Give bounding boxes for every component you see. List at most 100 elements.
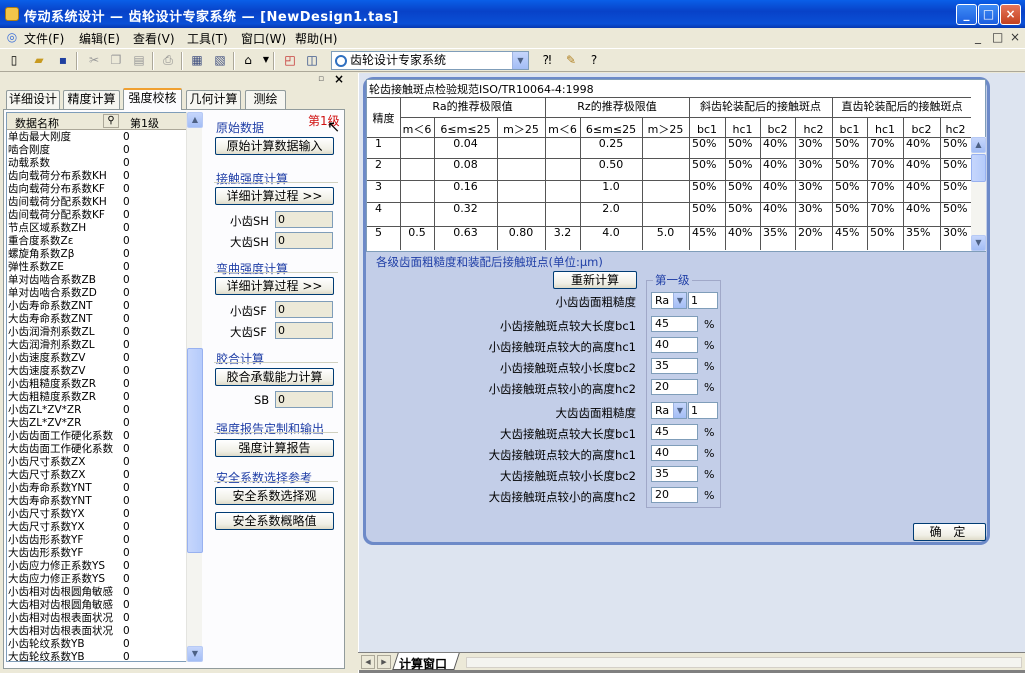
grid-row-value[interactable]: 0 <box>123 157 130 170</box>
grid-row[interactable]: 大齿寿命系数ZNT 0 <box>7 313 187 326</box>
panel-close-icon[interactable]: × <box>334 72 344 86</box>
tab-detail-design[interactable]: 详细设计 <box>6 90 60 109</box>
mdi-restore-button[interactable]: □ <box>992 30 1003 44</box>
menu-tools[interactable]: 工具(T) <box>187 30 228 47</box>
grid-row-value[interactable]: 0 <box>123 404 130 417</box>
grid-row-value[interactable]: 0 <box>123 612 130 625</box>
table-scrollbar[interactable]: ▲ ▼ <box>971 137 986 251</box>
grid-row-value[interactable]: 0 <box>123 339 130 352</box>
about-icon[interactable]: ? <box>586 52 602 68</box>
open-icon[interactable]: ▰ <box>31 52 47 68</box>
grid-row-value[interactable]: 0 <box>123 144 130 157</box>
contact-detail-button[interactable]: 详细计算过程 >> <box>215 187 334 205</box>
scroll-down-icon[interactable]: ▼ <box>971 235 986 251</box>
page-setup-icon[interactable]: ▧ <box>212 52 228 68</box>
grid-row[interactable]: 节点区域系数ZH 0 <box>7 222 187 235</box>
print-icon[interactable]: ⎙ <box>160 52 176 68</box>
grid-row[interactable]: 动载系数 0 <box>7 157 187 170</box>
window-new-icon[interactable]: ◰ <box>282 52 298 68</box>
data-grid[interactable]: 数据名称 ⚲ 第1级 单齿最大刚度 0 啮合刚度 0 动载系数 0 齿向载荷分布系数KH 0 齿… <box>6 112 202 662</box>
grid-row-value[interactable]: 0 <box>123 378 130 391</box>
grid-row[interactable]: 单对齿啮合系数ZD 0 <box>7 287 187 300</box>
grid-row-value[interactable]: 0 <box>123 352 130 365</box>
grid-row[interactable]: 小齿寿命系数ZNT 0 <box>7 300 187 313</box>
grid-row[interactable]: 大齿尺寸系数ZX 0 <box>7 469 187 482</box>
tab-survey[interactable]: 测绘 <box>245 90 286 109</box>
grid-row[interactable]: 小齿粗糙度系数ZR 0 <box>7 378 187 391</box>
grid-row[interactable]: 大齿速度系数ZV 0 <box>7 365 187 378</box>
grid-row[interactable]: 啮合刚度 0 <box>7 144 187 157</box>
grid-row[interactable]: 大齿润滑剂系数ZL 0 <box>7 339 187 352</box>
safety-selection-button[interactable]: 安全系数选择观 <box>215 487 334 505</box>
tab-strength[interactable]: 强度校核 <box>123 88 182 110</box>
grid-row-value[interactable]: 0 <box>123 651 130 661</box>
menu-edit[interactable]: 编辑(E) <box>79 30 120 47</box>
grid-row-value[interactable]: 0 <box>123 599 130 612</box>
grid-row-value[interactable]: 0 <box>123 443 130 456</box>
grid-row-value[interactable]: 0 <box>123 573 130 586</box>
grid-row-value[interactable]: 0 <box>123 300 130 313</box>
grid-row-value[interactable]: 0 <box>123 131 130 144</box>
scroll-thumb[interactable] <box>971 154 986 182</box>
bending-detail-button[interactable]: 详细计算过程 >> <box>215 277 334 295</box>
sf-big-field[interactable]: 0 <box>275 322 333 339</box>
calc-window-tab[interactable]: 计算窗口 <box>399 655 447 672</box>
grid-row-value[interactable]: 0 <box>123 456 130 469</box>
save-icon[interactable]: ▪ <box>55 52 71 68</box>
grid-row-value[interactable]: 0 <box>123 521 130 534</box>
panel-grip[interactable]: ▫ × <box>318 72 346 88</box>
strength-report-button[interactable]: 强度计算报告 <box>215 439 334 457</box>
context-help-icon[interactable]: ⁈ <box>539 52 555 68</box>
grid-row[interactable]: 螺旋角系数Zβ 0 <box>7 248 187 261</box>
grid-row-value[interactable]: 0 <box>123 638 130 651</box>
grid-row-value[interactable]: 0 <box>123 209 130 222</box>
grid-row[interactable]: 大齿尺寸系数YX 0 <box>7 521 187 534</box>
grid-row[interactable]: 齿向载荷分布系数KH 0 <box>7 170 187 183</box>
recalculate-button[interactable]: 重新计算 <box>553 271 637 289</box>
grid-row-value[interactable]: 0 <box>123 183 130 196</box>
scroll-down-icon[interactable]: ▼ <box>187 646 203 662</box>
small-bc1-input[interactable]: 45 <box>651 316 698 332</box>
big-hc1-input[interactable]: 40 <box>651 445 698 461</box>
big-roughness-value[interactable]: 1 <box>688 402 718 419</box>
big-bc1-input[interactable]: 45 <box>651 424 698 440</box>
small-hc1-input[interactable]: 40 <box>651 337 698 353</box>
grid-row-value[interactable]: 0 <box>123 326 130 339</box>
grid-row-value[interactable]: 0 <box>123 547 130 560</box>
copy-icon[interactable]: ❐ <box>108 52 124 68</box>
grid-row[interactable]: 小齿润滑剂系数ZL 0 <box>7 326 187 339</box>
home-icon[interactable]: ⌂ <box>240 52 256 68</box>
menu-window[interactable]: 窗口(W) <box>241 30 286 47</box>
scroll-up-icon[interactable]: ▲ <box>971 137 986 153</box>
grid-row-value[interactable]: 0 <box>123 586 130 599</box>
grid-row[interactable]: 小齿相对齿根表面状况 0 <box>7 612 187 625</box>
scroll-up-icon[interactable]: ▲ <box>187 112 203 128</box>
grid-row[interactable]: 小齿齿面工作硬化系数 0 <box>7 430 187 443</box>
window-tile-icon[interactable]: ◫ <box>304 52 320 68</box>
grid-row[interactable]: 重合度系数Zε 0 <box>7 235 187 248</box>
grid-row[interactable]: 大齿ZL*ZV*ZR 0 <box>7 417 187 430</box>
original-data-input-button[interactable]: 原始计算数据输入 <box>215 137 334 155</box>
menu-help[interactable]: 帮助(H) <box>295 30 337 47</box>
grid-row-value[interactable]: 0 <box>123 313 130 326</box>
grid-row[interactable]: 小齿轮纹系数YB 0 <box>7 638 187 651</box>
grid-row-value[interactable]: 0 <box>123 469 130 482</box>
big-bc2-input[interactable]: 35 <box>651 466 698 482</box>
chevron-down-icon[interactable]: ▼ <box>512 52 528 69</box>
grid-row[interactable]: 大齿轮纹系数YB 0 <box>7 651 187 661</box>
tab-prev-icon[interactable]: ◀ <box>361 655 375 669</box>
tab-precision[interactable]: 精度计算 <box>63 90 120 109</box>
grid-row[interactable]: 大齿齿面工作硬化系数 0 <box>7 443 187 456</box>
grid-row-value[interactable]: 0 <box>123 508 130 521</box>
new-icon[interactable]: ▯ <box>6 52 22 68</box>
grid-row[interactable]: 大齿寿命系数YNT 0 <box>7 495 187 508</box>
grid-row[interactable]: 小齿寿命系数YNT 0 <box>7 482 187 495</box>
minimize-button[interactable]: _ <box>956 4 977 25</box>
grid-row[interactable]: 大齿粗糙度系数ZR 0 <box>7 391 187 404</box>
print-preview-icon[interactable]: ▦ <box>189 52 205 68</box>
big-roughness-type-select[interactable]: Ra ▼ <box>651 402 687 419</box>
grid-row[interactable]: 小齿相对齿根圆角敏感 0 <box>7 586 187 599</box>
close-button[interactable]: × <box>1000 4 1021 25</box>
sb-field[interactable]: 0 <box>275 391 333 408</box>
maximize-button[interactable]: □ <box>978 4 999 25</box>
